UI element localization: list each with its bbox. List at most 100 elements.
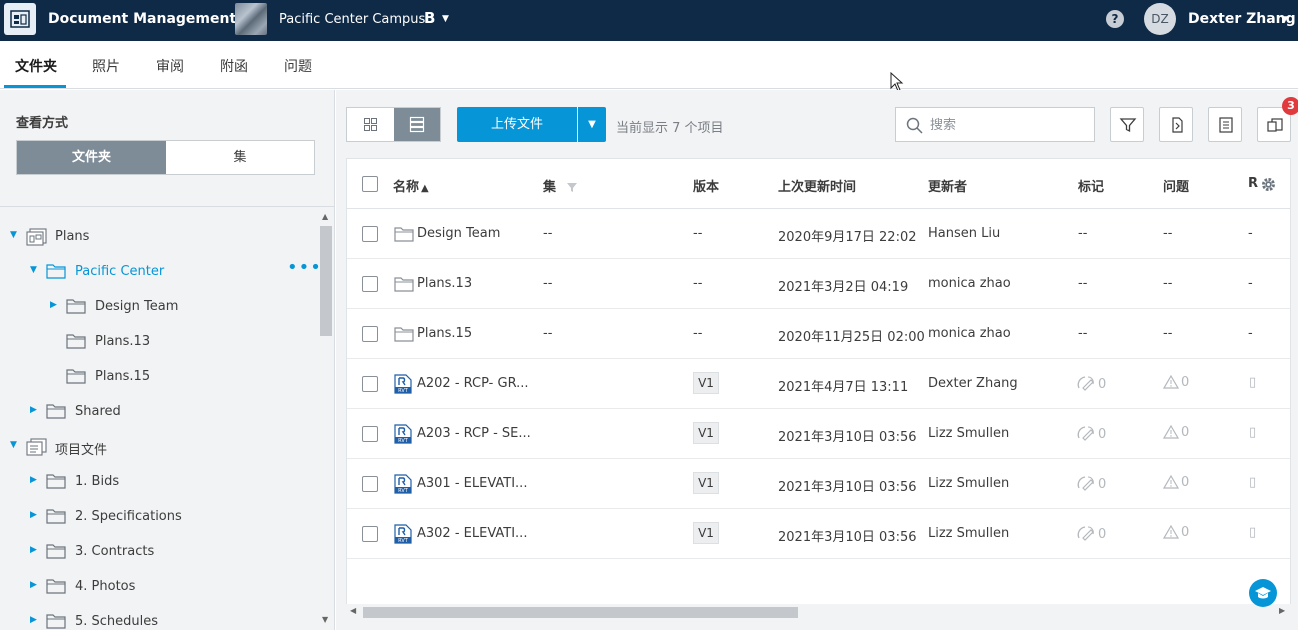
column-header-last-updated[interactable]: 上次更新时间 — [778, 176, 856, 195]
upload-dropdown-chevron-icon[interactable]: ▼ — [578, 107, 606, 142]
tree-item[interactable]: ▶ Shared — [0, 397, 319, 427]
column-header-name[interactable]: 名称 ▲ — [393, 176, 429, 195]
tree-item[interactable]: ▶ 1. Bids — [0, 467, 319, 497]
row-name[interactable]: Plans.15 — [417, 326, 472, 341]
tab-reviews[interactable]: 审阅 — [156, 56, 184, 76]
row-issues[interactable]: 0 — [1162, 374, 1189, 390]
select-all-checkbox[interactable] — [362, 176, 378, 192]
sidebar-scrollbar-thumb[interactable] — [320, 226, 332, 336]
scroll-right-arrow-icon[interactable]: ▶ — [1279, 606, 1285, 615]
expand-right-icon[interactable]: ▶ — [30, 545, 40, 555]
gear-icon[interactable] — [1260, 176, 1277, 193]
row-markups[interactable]: 0 — [1076, 375, 1106, 392]
scroll-down-arrow-icon[interactable]: ▼ — [322, 615, 328, 624]
column-header-issues[interactable]: 问题 — [1163, 176, 1189, 195]
table-row[interactable]: RVT A202 - RCP- GR... V1 2021年4月7日 13:11 Dex… — [347, 359, 1290, 409]
column-header-set[interactable]: 集 — [543, 176, 578, 195]
table-scrollbar-thumb[interactable] — [363, 607, 798, 618]
project-badge[interactable]: B — [424, 9, 435, 27]
row-issues[interactable]: 0 — [1162, 524, 1189, 540]
column-header-updated-by[interactable]: 更新者 — [928, 176, 967, 195]
row-name[interactable]: Design Team — [417, 226, 500, 241]
expand-right-icon[interactable]: ▶ — [30, 475, 40, 485]
row-name[interactable]: A302 - ELEVATI... — [417, 526, 527, 541]
tree-item[interactable]: Plans.13 — [0, 327, 319, 357]
upload-files-button[interactable]: 上传文件 — [457, 107, 577, 142]
row-checkbox[interactable] — [362, 476, 378, 492]
project-chevron-down-icon[interactable]: ▼ — [442, 14, 449, 24]
tree-item[interactable]: ▼ Pacific Center ••• — [0, 257, 322, 287]
project-thumbnail[interactable] — [235, 3, 267, 35]
filter-button[interactable] — [1110, 107, 1144, 142]
tab-issues[interactable]: 问题 — [284, 56, 312, 76]
list-view-button[interactable] — [394, 108, 440, 141]
set-filter-icon[interactable] — [566, 181, 578, 193]
row-name[interactable]: A202 - RCP- GR... — [417, 376, 529, 391]
table-row[interactable]: Design Team -- -- 2020年9月17日 22:02 Hansen Li… — [347, 209, 1290, 259]
row-checkbox[interactable] — [362, 526, 378, 542]
row-rfi-icon[interactable]: ▯ — [1249, 375, 1257, 390]
row-checkbox[interactable] — [362, 276, 378, 292]
tree-item[interactable]: ▶ 4. Photos — [0, 572, 319, 602]
row-issues[interactable]: 0 — [1162, 474, 1189, 490]
project-name[interactable]: Pacific Center Campus — [279, 12, 425, 27]
tree-item[interactable]: ▶ Design Team — [0, 292, 319, 322]
expand-down-icon[interactable]: ▼ — [10, 440, 20, 450]
row-checkbox[interactable] — [362, 426, 378, 442]
user-name[interactable]: Dexter Zhang — [1188, 11, 1296, 27]
expand-down-icon[interactable]: ▼ — [30, 265, 40, 275]
tree-item[interactable]: ▶ 2. Specifications — [0, 502, 319, 532]
tree-item[interactable]: ▶ 3. Contracts — [0, 537, 319, 567]
user-chevron-down-icon[interactable]: ▼ — [1281, 15, 1288, 25]
table-row[interactable]: RVT A203 - RCP - SE... V1 2021年3月10日 03:56 L… — [347, 409, 1290, 459]
expand-right-icon[interactable]: ▶ — [30, 615, 40, 625]
version-badge[interactable]: V1 — [693, 372, 719, 394]
table-row[interactable]: RVT A302 - ELEVATI... V1 2021年3月10日 03:56 Li… — [347, 509, 1290, 559]
row-markups[interactable]: 0 — [1076, 475, 1106, 492]
column-header-rfis[interactable]: R — [1248, 176, 1258, 191]
learning-help-button[interactable] — [1249, 579, 1277, 607]
table-row[interactable]: Plans.15 -- -- 2020年11月25日 02:00 monica zhao… — [347, 309, 1290, 359]
table-row[interactable]: RVT A301 - ELEVATI... V1 2021年3月10日 03:56 Li… — [347, 459, 1290, 509]
row-markups[interactable]: 0 — [1076, 425, 1106, 442]
sidebar-scrollbar[interactable]: ▲ ▼ — [319, 210, 333, 628]
grid-view-button[interactable] — [347, 108, 394, 141]
export-button[interactable] — [1159, 107, 1193, 142]
row-rfi-icon[interactable]: ▯ — [1249, 425, 1257, 440]
view-by-folder-button[interactable]: 文件夹 — [17, 141, 166, 174]
view-by-set-button[interactable]: 集 — [166, 141, 314, 174]
version-badge[interactable]: V1 — [693, 422, 719, 444]
search-input[interactable] — [930, 116, 1080, 134]
report-button[interactable] — [1208, 107, 1242, 142]
tab-folders[interactable]: 文件夹 — [15, 56, 57, 76]
avatar[interactable]: DZ — [1144, 3, 1176, 35]
more-options-icon[interactable]: ••• — [287, 257, 322, 278]
table-horizontal-scrollbar[interactable]: ◀ ▶ — [346, 604, 1291, 620]
scroll-left-arrow-icon[interactable]: ◀ — [350, 606, 356, 615]
expand-right-icon[interactable]: ▶ — [30, 580, 40, 590]
row-checkbox[interactable] — [362, 376, 378, 392]
app-switcher[interactable]: Document Management▼ — [48, 11, 247, 27]
expand-right-icon[interactable]: ▶ — [50, 300, 60, 310]
row-markups[interactable]: 0 — [1076, 525, 1106, 542]
tree-item[interactable]: Plans.15 — [0, 362, 319, 392]
row-checkbox[interactable] — [362, 226, 378, 242]
tree-item[interactable]: ▼ 项目文件 — [0, 432, 319, 462]
version-badge[interactable]: V1 — [693, 522, 719, 544]
row-issues[interactable]: 0 — [1162, 424, 1189, 440]
row-name[interactable]: A301 - ELEVATI... — [417, 476, 527, 491]
row-name[interactable]: A203 - RCP - SE... — [417, 426, 531, 441]
row-rfi-icon[interactable]: ▯ — [1249, 525, 1257, 540]
row-checkbox[interactable] — [362, 326, 378, 342]
tree-item[interactable]: ▶ 5. Schedules — [0, 607, 319, 637]
version-badge[interactable]: V1 — [693, 472, 719, 494]
scroll-up-arrow-icon[interactable]: ▲ — [322, 212, 328, 221]
row-name[interactable]: Plans.13 — [417, 276, 472, 291]
tab-photos[interactable]: 照片 — [92, 56, 120, 76]
table-row[interactable]: Plans.13 -- -- 2021年3月2日 04:19 monica zhao --… — [347, 259, 1290, 309]
column-header-markups[interactable]: 标记 — [1078, 176, 1104, 195]
expand-down-icon[interactable]: ▼ — [10, 230, 20, 240]
help-icon[interactable]: ? — [1106, 10, 1124, 28]
expand-right-icon[interactable]: ▶ — [30, 510, 40, 520]
expand-right-icon[interactable]: ▶ — [30, 405, 40, 415]
